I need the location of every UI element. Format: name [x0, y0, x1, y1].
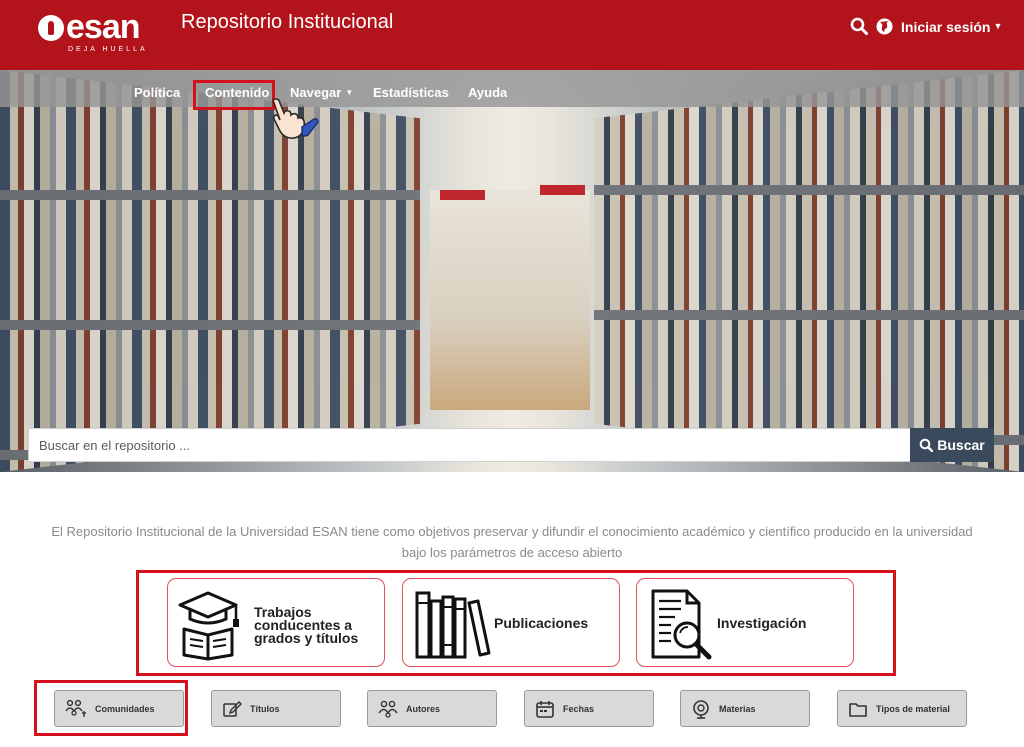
search-icon[interactable] — [850, 17, 868, 35]
graduation-book-icon — [178, 591, 239, 661]
pointing-hand-icon — [272, 98, 319, 139]
logo-text: esan — [66, 8, 140, 46]
login-label: Iniciar sesión — [901, 19, 991, 35]
logo-drop-icon — [38, 15, 64, 41]
browse-materias-button[interactable]: Materias — [680, 690, 810, 727]
authors-icon — [378, 700, 398, 718]
browse-fechas-label: Fechas — [563, 703, 595, 714]
repository-description: El Repositorio Institucional de la Unive… — [51, 524, 973, 560]
login-menu[interactable]: Iniciar sesión ▼ — [901, 19, 1002, 35]
browse-autores-button[interactable]: Autores — [367, 690, 497, 727]
logo-tagline: DEJA HUELLA — [68, 46, 148, 53]
nav-item-ayuda[interactable]: Ayuda — [468, 85, 507, 100]
main-nav: Política Contenido Navegar ▼ Estadísticas… — [0, 70, 1024, 107]
caret-down-icon: ▼ — [345, 88, 354, 97]
browse-fechas-button[interactable]: Fechas — [524, 690, 654, 727]
card-investigacion-label: Investigación — [717, 615, 807, 631]
caret-down-icon: ▼ — [993, 21, 1003, 31]
document-search-icon — [651, 589, 712, 660]
browse-titulos-button[interactable]: Títulos — [211, 690, 341, 727]
community-icon — [65, 699, 86, 717]
browse-titulos-label: Títulos — [250, 703, 280, 714]
site-title[interactable]: Repositorio Institucional — [181, 11, 393, 34]
esan-logo[interactable]: esan DEJA HUELLA — [38, 8, 158, 53]
hero-library-image — [0, 70, 1024, 472]
card-trabajos[interactable]: Trabajos conducentes a grados y títulos — [167, 578, 385, 667]
search-button-label: Buscar — [937, 437, 985, 453]
folder-icon — [849, 702, 867, 717]
card-publicaciones-label: Publicaciones — [494, 615, 589, 631]
books-icon — [415, 591, 491, 659]
browse-autores-label: Autores — [406, 703, 441, 714]
repository-search-input[interactable] — [28, 428, 910, 462]
card-publicaciones[interactable]: Publicaciones — [402, 578, 620, 667]
globe-icon[interactable] — [876, 18, 893, 35]
calendar-icon — [536, 700, 554, 718]
card-investigacion[interactable]: Investigación — [636, 578, 854, 667]
search-icon — [919, 438, 934, 452]
browse-tipos-material-button[interactable]: Tipos de material — [837, 690, 967, 727]
nav-item-politica[interactable]: Política — [134, 85, 180, 100]
card-trabajos-label: Trabajos conducentes a grados y títulos — [254, 604, 359, 646]
browse-materias-label: Materias — [719, 703, 756, 714]
edit-icon — [223, 700, 242, 717]
bookshelf-left — [0, 70, 420, 472]
bookshelf-right — [594, 70, 1024, 472]
search-button[interactable]: Buscar — [910, 428, 994, 462]
nav-item-estadisticas[interactable]: Estadísticas — [373, 85, 449, 100]
browse-tipos-material-label: Tipos de material — [876, 703, 950, 714]
header-bar: esan DEJA HUELLA Repositorio Institucion… — [0, 0, 1024, 70]
contenido-highlight-frame — [193, 80, 275, 110]
browse-comunidades-button[interactable]: Comunidades — [54, 690, 184, 727]
browse-comunidades-label: Comunidades — [95, 703, 155, 714]
monitor-icon — [693, 699, 709, 719]
